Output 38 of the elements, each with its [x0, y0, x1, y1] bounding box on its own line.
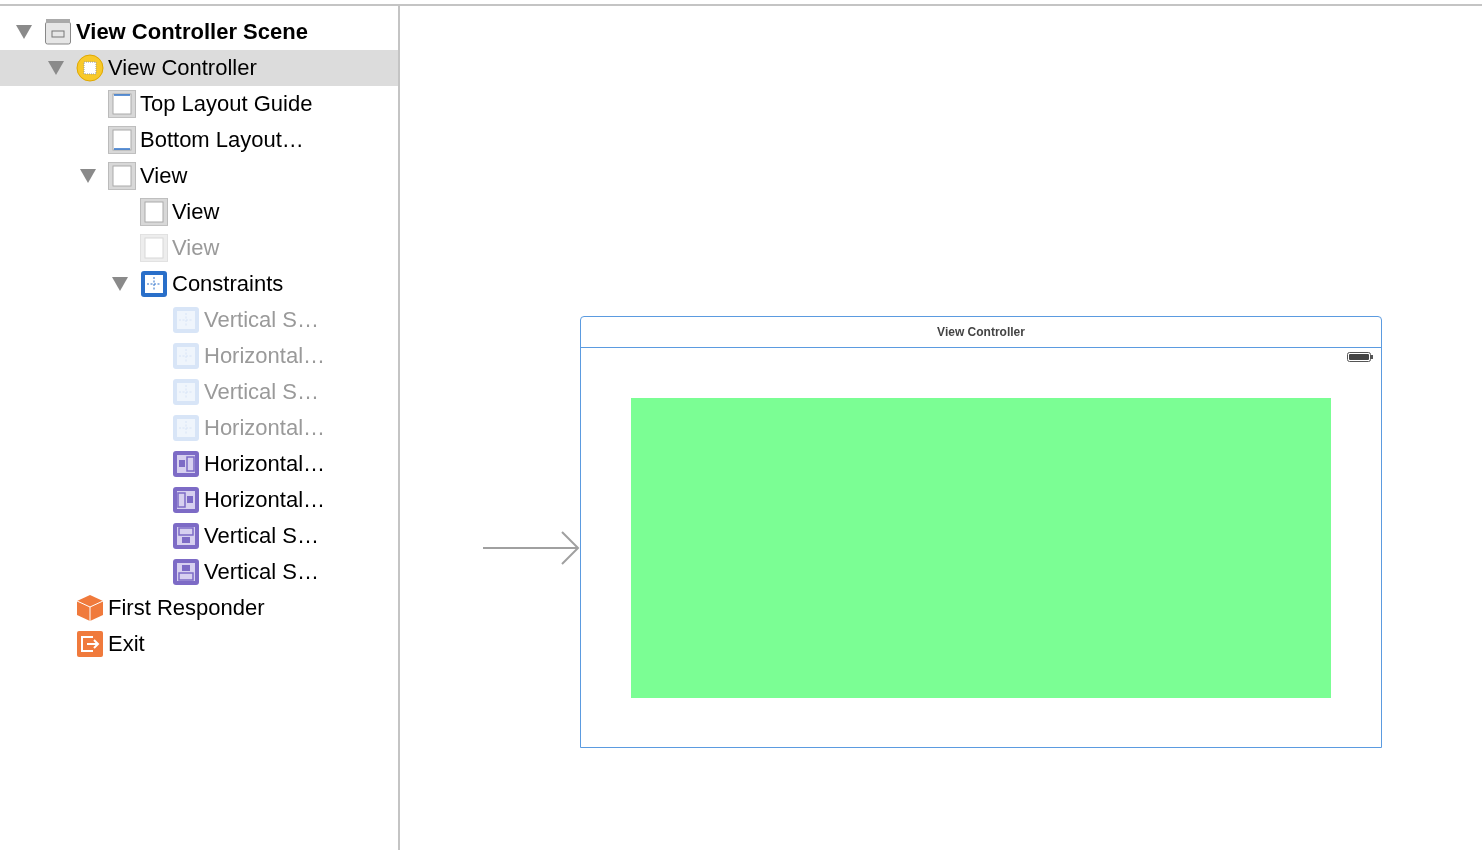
collapse-triangle-icon[interactable] [16, 25, 32, 39]
cube-icon [76, 594, 104, 622]
outline-row[interactable]: Horizontal… [0, 446, 398, 482]
outline-row[interactable]: Constraints [0, 266, 398, 302]
exit-icon [76, 630, 104, 658]
view-icon [140, 198, 168, 226]
constraint-icon [172, 378, 200, 406]
outline-row[interactable]: Vertical S… [0, 554, 398, 590]
collapse-triangle-icon[interactable] [112, 277, 128, 291]
layout-guide-icon [108, 90, 136, 118]
outline-row[interactable]: View Controller [0, 50, 398, 86]
view-controller-icon [76, 54, 104, 82]
outline-row[interactable]: View Controller Scene [0, 14, 398, 50]
constraint-icon [172, 558, 200, 586]
layout-guide-icon [108, 126, 136, 154]
outline-row[interactable]: View [0, 158, 398, 194]
battery-icon [1347, 352, 1373, 362]
outline-row[interactable]: View [0, 194, 398, 230]
constraint-icon [172, 522, 200, 550]
outline-row[interactable]: First Responder [0, 590, 398, 626]
constraints-icon [140, 270, 168, 298]
outline-row[interactable]: Horizontal… [0, 482, 398, 518]
constraint-icon [172, 486, 200, 514]
constraint-icon [172, 414, 200, 442]
outline-row[interactable]: Vertical S… [0, 518, 398, 554]
outline-row[interactable]: Top Layout Guide [0, 86, 398, 122]
collapse-triangle-icon[interactable] [48, 61, 64, 75]
collapse-triangle-icon[interactable] [80, 169, 96, 183]
constraint-icon [172, 342, 200, 370]
outline-row[interactable]: Bottom Layout… [0, 122, 398, 158]
scene-icon [44, 18, 72, 46]
view-controller-frame[interactable]: View Controller [580, 316, 1382, 748]
scene-title: View Controller [581, 317, 1381, 348]
outline-row[interactable]: Exit [0, 626, 398, 662]
view-icon [140, 234, 168, 262]
constraint-icon [172, 306, 200, 334]
constraint-icon [172, 450, 200, 478]
view-icon [108, 162, 136, 190]
